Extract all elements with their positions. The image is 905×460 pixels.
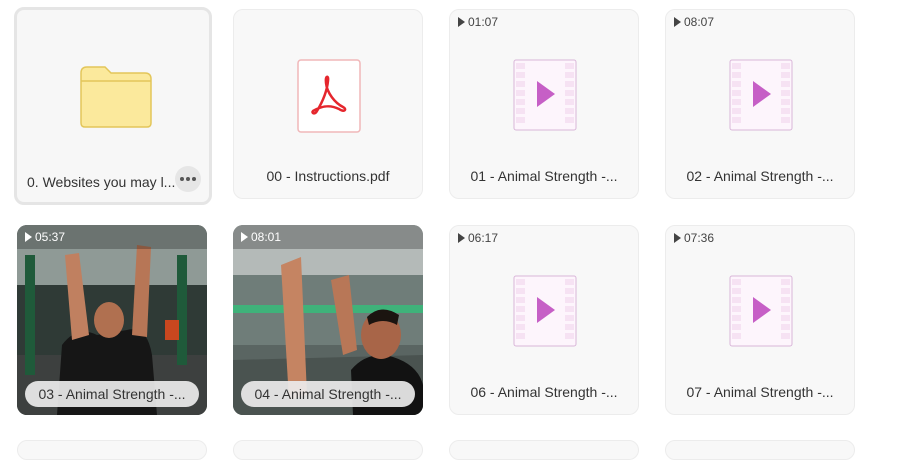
file-tile-folder[interactable]: 0. Websites you may l... (14, 7, 212, 205)
file-name: 04 - Animal Strength -... (241, 381, 415, 407)
file-name: 02 - Animal Strength -... (686, 168, 834, 184)
file-tile-video[interactable]: 01:07 01 - Animal Strength -... (449, 9, 639, 199)
duration-text: 07:36 (684, 231, 715, 245)
play-icon (458, 233, 465, 243)
file-tile-video-thumbnail[interactable]: 05:37 03 - Animal Strength -... (17, 225, 207, 415)
duration-badge: 07:36 (674, 231, 714, 245)
play-icon (25, 232, 32, 242)
play-icon (674, 233, 681, 243)
duration-text: 06:17 (468, 231, 499, 245)
file-tile-partial[interactable] (17, 440, 207, 460)
file-tile-video-thumbnail[interactable]: 08:01 04 - Animal Strength -... (233, 225, 423, 415)
duration-text: 08:01 (251, 230, 282, 244)
file-name: 00 - Instructions.pdf (266, 168, 390, 184)
more-options-button[interactable] (175, 166, 201, 192)
file-name: 07 - Animal Strength -... (686, 384, 834, 400)
file-name: 06 - Animal Strength -... (470, 384, 618, 400)
play-icon (458, 17, 465, 27)
file-tile-video[interactable]: 07:36 07 - Animal Strength -... (665, 225, 855, 415)
file-tile-partial[interactable] (665, 440, 855, 460)
duration-badge: 01:07 (458, 15, 498, 29)
duration-badge: 05:37 (25, 230, 65, 244)
pdf-icon (297, 59, 361, 133)
play-icon (241, 232, 248, 242)
file-name: 01 - Animal Strength -... (470, 168, 618, 184)
video-file-icon (729, 275, 793, 347)
duration-badge: 08:07 (674, 15, 714, 29)
video-file-icon (513, 275, 577, 347)
duration-badge: 08:01 (241, 230, 281, 244)
duration-text: 01:07 (468, 15, 499, 29)
duration-text: 05:37 (35, 230, 66, 244)
file-tile-video[interactable]: 08:07 02 - Animal Strength -... (665, 9, 855, 199)
file-name: 03 - Animal Strength -... (25, 381, 199, 407)
video-file-icon (513, 59, 577, 131)
duration-text: 08:07 (684, 15, 715, 29)
video-file-icon (729, 59, 793, 131)
play-icon (674, 17, 681, 27)
file-tile-partial[interactable] (449, 440, 639, 460)
file-tile-video[interactable]: 06:17 06 - Animal Strength -... (449, 225, 639, 415)
file-tile-pdf[interactable]: 00 - Instructions.pdf (233, 9, 423, 199)
folder-icon (80, 66, 152, 128)
duration-badge: 06:17 (458, 231, 498, 245)
file-tile-partial[interactable] (233, 440, 423, 460)
more-options-icon (180, 177, 184, 181)
